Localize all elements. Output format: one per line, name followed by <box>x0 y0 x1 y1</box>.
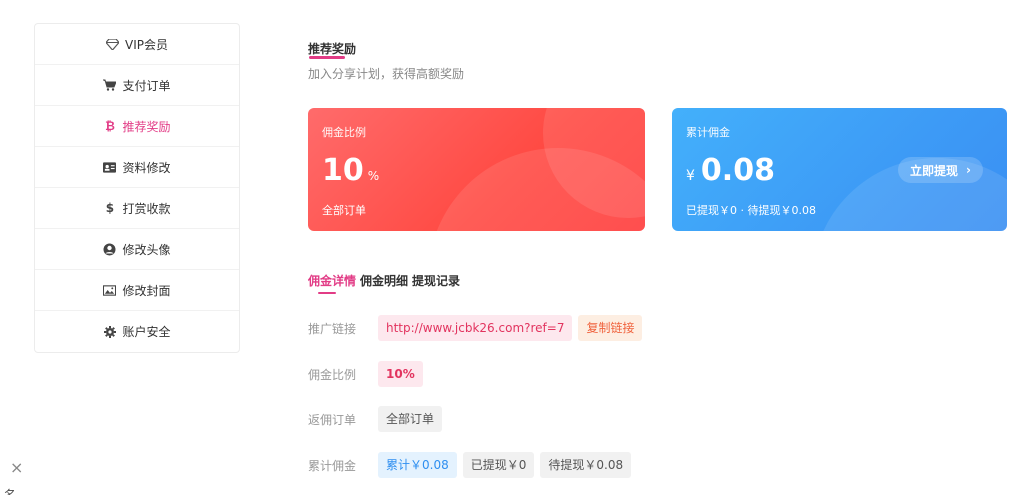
rate-card-footer: 全部订单 <box>322 204 366 217</box>
rate-badge: 10% <box>378 361 423 387</box>
rate-unit: % <box>367 169 380 183</box>
image-icon <box>103 284 117 297</box>
row-label: 累计佣金 <box>308 458 357 473</box>
sidebar-item-label: VIP会员 <box>125 37 168 52</box>
tab-withdraw-records[interactable]: 提现记录 <box>412 272 460 289</box>
gear-icon <box>103 325 116 338</box>
row-label: 佣金比例 <box>308 367 357 382</box>
bitcoin-icon: ₿ <box>105 119 115 133</box>
commission-pending-badge: 待提现￥0.08 <box>540 452 632 478</box>
rate-value: 10 <box>322 153 364 188</box>
row-label: 返佣订单 <box>308 412 357 427</box>
referral-link-row: 推广链接 http://www.jcbk26.com?ref=7 复制链接 <box>308 315 648 341</box>
sidebar-item-referral[interactable]: ₿ 推荐奖励 <box>35 106 239 147</box>
sidebar-item-label: 修改头像 <box>122 242 171 257</box>
sidebar-item-label: 打赏收款 <box>122 201 171 216</box>
dollar-icon: $ <box>105 201 115 215</box>
user-circle-icon <box>103 243 116 256</box>
bottom-text: 名 <box>4 488 17 495</box>
rebate-orders-row: 返佣订单 全部订单 <box>308 406 448 432</box>
commission-tabs: 佣金详情 佣金明细 提现记录 <box>308 272 460 294</box>
diamond-icon <box>106 38 119 51</box>
total-commission-card: 累计佣金 ¥0.08 已提现￥0 · 待提现￥0.08 立即提现 › <box>672 108 1007 231</box>
id-card-icon <box>103 161 117 174</box>
sidebar: VIP会员 支付订单 ₿ 推荐奖励 资料修改 $ 打赏收款 修改头像 修改封面 <box>34 23 240 353</box>
cart-icon <box>103 79 117 92</box>
title-underline <box>309 56 345 59</box>
commission-rate-row: 佣金比例 10% <box>308 361 429 387</box>
referral-link-value[interactable]: http://www.jcbk26.com?ref=7 <box>378 315 573 341</box>
sidebar-item-security[interactable]: 账户安全 <box>35 311 239 352</box>
rate-card-label: 佣金比例 <box>322 126 366 139</box>
sidebar-item-tips[interactable]: $ 打赏收款 <box>35 188 239 229</box>
commission-total-badge: 累计￥0.08 <box>378 452 457 478</box>
copy-link-button[interactable]: 复制链接 <box>578 315 643 341</box>
rate-card-value: 10% <box>322 153 379 194</box>
orders-badge: 全部订单 <box>378 406 443 432</box>
sidebar-item-label: 推荐奖励 <box>122 119 171 134</box>
chevron-right-icon: › <box>966 163 971 177</box>
tab-commission-breakdown[interactable]: 佣金明细 <box>360 272 408 289</box>
currency-symbol: ¥ <box>686 168 695 184</box>
total-card-value: ¥0.08 <box>686 153 775 194</box>
commission-withdrawn-badge: 已提现￥0 <box>462 452 535 478</box>
page-title: 推荐奖励 <box>308 42 357 56</box>
page-subtitle: 加入分享计划，获得高额奖励 <box>308 67 465 81</box>
sidebar-item-profile[interactable]: 资料修改 <box>35 147 239 188</box>
sidebar-item-orders[interactable]: 支付订单 <box>35 65 239 106</box>
sidebar-item-avatar[interactable]: 修改头像 <box>35 229 239 270</box>
row-label: 推广链接 <box>308 321 357 336</box>
sidebar-item-label: 账户安全 <box>122 325 171 339</box>
total-value: 0.08 <box>700 153 775 188</box>
sidebar-item-vip[interactable]: VIP会员 <box>35 24 239 65</box>
total-card-label: 累计佣金 <box>686 126 730 139</box>
sidebar-item-label: 修改封面 <box>122 283 171 298</box>
sidebar-item-label: 支付订单 <box>122 78 171 93</box>
total-card-footer: 已提现￥0 · 待提现￥0.08 <box>686 204 816 217</box>
withdraw-button-label: 立即提现 <box>910 163 959 178</box>
total-commission-row: 累计佣金 累计￥0.08 已提现￥0 待提现￥0.08 <box>308 452 637 478</box>
sidebar-item-label: 资料修改 <box>122 160 171 175</box>
commission-rate-card: 佣金比例 10% 全部订单 <box>308 108 645 231</box>
close-icon[interactable]: × <box>10 458 23 477</box>
sidebar-item-cover[interactable]: 修改封面 <box>35 270 239 311</box>
tab-commission-details[interactable]: 佣金详情 <box>308 272 356 294</box>
withdraw-button[interactable]: 立即提现 › <box>898 157 983 183</box>
